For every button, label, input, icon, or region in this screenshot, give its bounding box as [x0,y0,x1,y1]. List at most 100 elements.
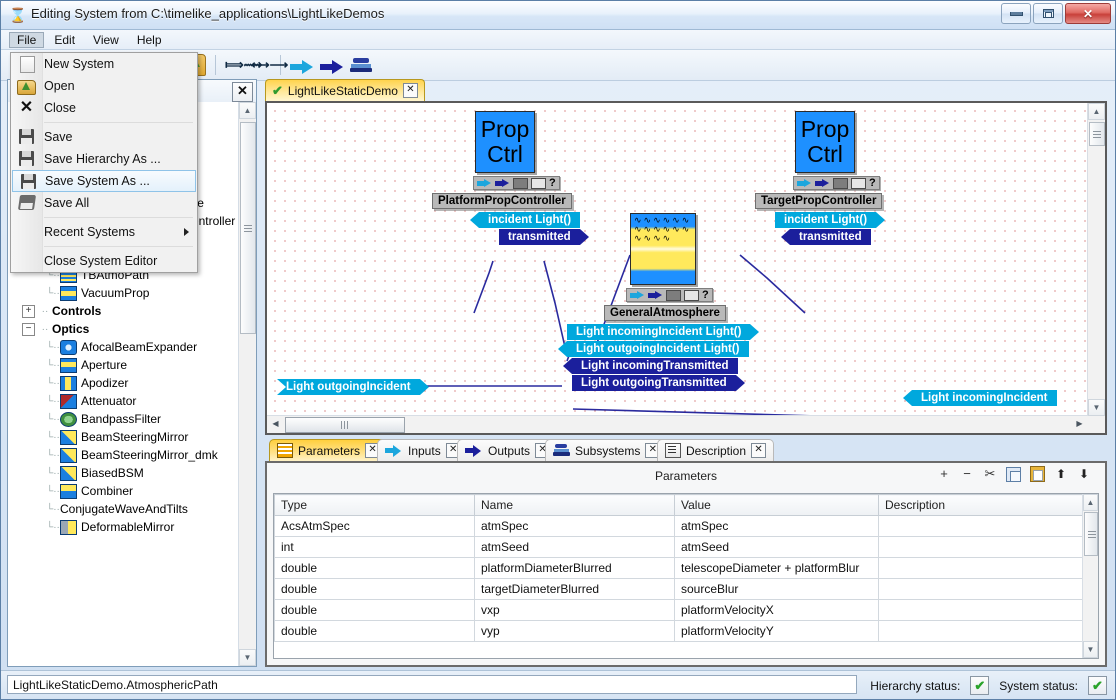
block-platformpropcontroller[interactable]: Prop Ctrl ? PlatformPropController incid… [432,111,589,245]
editor-tab-close-icon[interactable]: ✕ [402,83,418,98]
canvas-hscroll-thumb[interactable] [285,417,405,433]
add-parameter-icon[interactable]: + [937,467,951,481]
tree-item-aperture[interactable]: └·· Aperture [10,356,239,374]
tree-item-deformablemirror[interactable]: └·· DeformableMirror [10,518,239,536]
file-menu-item-save-system-as[interactable]: Save System As ... [12,170,196,192]
cell-type[interactable]: double [274,578,475,600]
column-header-type[interactable]: Type [274,494,475,516]
input-arrow-icon[interactable] [477,178,492,188]
tree-item-apodizer[interactable]: └·· Apodizer [10,374,239,392]
cell-type[interactable]: double [274,620,475,642]
port-incident[interactable]: incident Light() [470,212,581,228]
tree-item-attenuator[interactable]: └·· Attenuator [10,392,239,410]
cell-name[interactable]: atmSpec [474,515,675,537]
scroll-up-button[interactable]: ▲ [239,102,256,119]
parameters-table-container[interactable]: Type Name Value Description AcsAtmSpec atmSp… [273,493,1099,659]
cell-value[interactable]: telescopeDiameter + platformBlur [674,557,879,579]
system-port-outgoingincident[interactable]: Light outgoingIncident [277,379,429,395]
expand-arrows-icon[interactable]: ⟷⟶ [251,55,288,75]
cell-type[interactable]: int [274,536,475,558]
column-header-description[interactable]: Description [878,494,1098,516]
tab-outputs[interactable]: Outputs ✕ [457,439,559,461]
input-arrow-icon[interactable] [797,178,812,188]
column-header-name[interactable]: Name [474,494,675,516]
light-box-icon[interactable] [684,289,699,301]
question-mark-icon[interactable]: ? [869,178,876,189]
tree-item-beamsteeringmirror-dmk[interactable]: └·· BeamSteeringMirror_dmk [10,446,239,464]
table-row[interactable]: double platformDiameterBlurred telescopeDi… [274,557,1098,579]
add-output-arrow-icon[interactable] [320,59,344,74]
file-menu-item-close[interactable]: ✕ Close [11,97,197,119]
cell-description[interactable] [878,599,1098,621]
remove-parameter-icon[interactable]: − [960,467,974,481]
close-button[interactable]: ✕ [1065,3,1111,24]
tab-subsystems[interactable]: Subsystems ✕ [545,439,669,461]
port-incident[interactable]: incident Light() [775,212,886,228]
tree-expander-icon[interactable]: − [22,322,35,336]
system-port-incomingincident[interactable]: Light incomingIncident [903,390,1066,406]
cut-scissors-icon[interactable]: ✂ [983,467,997,481]
menu-help[interactable]: Help [129,32,170,48]
light-box-icon[interactable] [531,177,546,189]
library-panel-close-icon[interactable]: ✕ [232,82,253,102]
dark-box-icon[interactable] [513,177,528,189]
cell-name[interactable]: platformDiameterBlurred [474,557,675,579]
cell-description[interactable] [878,557,1098,579]
minimize-button[interactable] [1001,3,1031,24]
light-box-icon[interactable] [851,177,866,189]
tree-item-beamsteeringmirror[interactable]: └·· BeamSteeringMirror [10,428,239,446]
diagram-canvas[interactable]: Prop Ctrl ? PlatformPropController incid… [267,103,1088,416]
editor-tab-lightlikestaticdemo[interactable]: ✔ LightLikeStaticDemo ✕ [265,79,425,101]
file-menu-item-recent-systems[interactable]: Recent Systems [11,221,197,243]
cell-description[interactable] [878,620,1098,642]
canvas-scroll-down-button[interactable]: ▼ [1088,399,1105,416]
scroll-down-button[interactable]: ▼ [239,649,256,666]
tab-parameters[interactable]: Parameters ✕ [269,439,389,461]
cell-value[interactable]: atmSpec [674,515,879,537]
cell-value[interactable]: platformVelocityX [674,599,879,621]
cell-type[interactable]: double [274,599,475,621]
file-menu-item-save-hierarchy-as[interactable]: Save Hierarchy As ... [11,148,197,170]
column-header-value[interactable]: Value [674,494,879,516]
file-menu-item-open[interactable]: Open [11,75,197,97]
canvas-scroll-thumb[interactable] [1089,122,1105,146]
cell-value[interactable]: platformVelocityY [674,620,879,642]
canvas-vertical-scrollbar[interactable]: ▲ ▼ [1087,103,1105,416]
file-menu-item-save[interactable]: Save [11,126,197,148]
file-menu-item-new-system[interactable]: New System [11,53,197,75]
menu-file[interactable]: File [9,31,45,48]
tab-close-icon[interactable]: ✕ [751,443,767,458]
canvas-scroll-up-button[interactable]: ▲ [1088,103,1105,120]
output-arrow-icon[interactable] [648,290,663,300]
tab-inputs[interactable]: Inputs ✕ [377,439,469,461]
maximize-button[interactable] [1033,3,1063,24]
input-arrow-icon[interactable] [630,290,645,300]
cell-type[interactable]: AcsAtmSpec [274,515,475,537]
tree-expander-icon[interactable]: + [22,304,35,318]
library-vertical-scrollbar[interactable]: ▲ ▼ [238,102,256,666]
canvas-scroll-right-button[interactable]: ▶ [1071,416,1088,432]
move-up-arrow-icon[interactable]: ⬆ [1054,467,1068,481]
block-icon-bar[interactable]: ? [626,288,713,302]
move-down-arrow-icon[interactable]: ⬇ [1077,467,1091,481]
port-transmitted[interactable]: transmitted [499,229,589,245]
cell-description[interactable] [878,515,1098,537]
tree-item-controls[interactable]: + ·· Controls [10,302,239,320]
block-icon-bar[interactable]: ? [793,176,880,190]
port-outgoingtransmitted[interactable]: Light outgoingTransmitted [572,375,745,391]
cell-value[interactable]: sourceBlur [674,578,879,600]
tree-item-bandpassfilter[interactable]: └·· BandpassFilter [10,410,239,428]
copy-icon[interactable] [1006,466,1021,482]
tree-item-optics[interactable]: − ·· Optics [10,320,239,338]
menu-view[interactable]: View [85,32,127,48]
file-menu-item-save-all[interactable]: Save All [11,192,197,214]
cell-description[interactable] [878,536,1098,558]
status-path-field[interactable]: LightLikeStaticDemo.AtmosphericPath [7,675,857,694]
table-row[interactable]: AcsAtmSpec atmSpec atmSpec [274,515,1098,537]
cell-name[interactable]: vxp [474,599,675,621]
tree-item-vacuumprop[interactable]: └·· VacuumProp [10,284,239,302]
question-mark-icon[interactable]: ? [549,178,556,189]
params-scroll-up-button[interactable]: ▲ [1083,494,1098,511]
block-icon-bar[interactable]: ? [473,176,560,190]
cell-name[interactable]: vyp [474,620,675,642]
